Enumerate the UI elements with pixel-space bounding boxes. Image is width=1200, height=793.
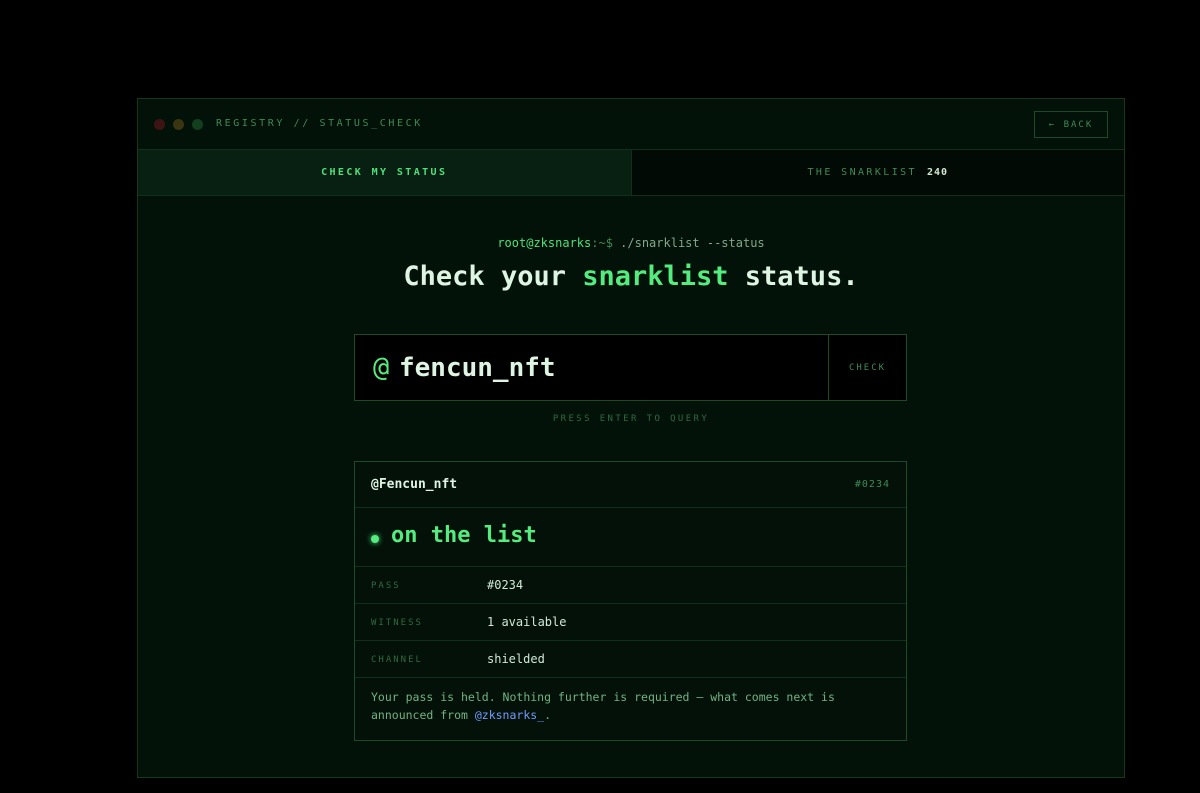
window-title: REGISTRY // STATUS_CHECK — [216, 118, 423, 129]
heading-start: Check your — [403, 261, 583, 292]
close-window-dot[interactable] — [154, 119, 165, 130]
row-value: #0234 — [487, 578, 524, 592]
detail-row-pass: PASS #0234 — [355, 567, 906, 604]
tab-label: THE SNARKLIST — [807, 167, 917, 178]
enter-hint: PRESS ENTER TO QUERY — [552, 414, 710, 424]
maximize-window-dot[interactable] — [192, 119, 203, 130]
note-text: Your pass is held. Nothing further is re… — [371, 690, 835, 722]
row-value: shielded — [487, 652, 545, 666]
tab-the-snarklist[interactable]: THE SNARKLIST 240 — [631, 150, 1124, 195]
row-label: CHANNEL — [371, 655, 423, 665]
at-sign-icon: @ — [373, 352, 390, 383]
minimize-window-dot[interactable] — [173, 119, 184, 130]
tab-bar: CHECK MY STATUS THE SNARKLIST 240 — [138, 150, 1124, 196]
detail-row-witness: WITNESS 1 available — [355, 604, 906, 641]
tab-label: CHECK MY STATUS — [321, 167, 448, 178]
status-line: on the list — [355, 508, 906, 567]
registry-window: REGISTRY // STATUS_CHECK ← BACK CHECK MY… — [137, 98, 1125, 778]
handle-search-box: @ CHECK — [354, 334, 907, 401]
prompt-command: ./snarklist --status — [612, 236, 765, 250]
row-label: WITNESS — [371, 618, 423, 628]
status-text: on the list — [391, 523, 537, 548]
tab-check-my-status[interactable]: CHECK MY STATUS — [138, 150, 632, 195]
heading-accent: snarklist — [582, 261, 729, 292]
snarklist-count-badge: 240 — [926, 167, 949, 178]
terminal-prompt: root@zksnarks:~$ ./snarklist --status — [138, 236, 1124, 250]
row-label: PASS — [371, 581, 401, 591]
heading-end: status. — [728, 261, 859, 292]
detail-row-channel: CHANNEL shielded — [355, 641, 906, 678]
status-result-card: @Fencun_nft #0234 on the list PASS #0234… — [354, 461, 907, 741]
result-id: #0234 — [854, 479, 890, 490]
card-header: @Fencun_nft #0234 — [355, 462, 906, 508]
note-end: . — [544, 708, 552, 722]
title-bar: REGISTRY // STATUS_CHECK ← BACK — [138, 99, 1124, 150]
prompt-user: root@zksnarks — [497, 236, 592, 250]
status-note: Your pass is held. Nothing further is re… — [371, 688, 891, 724]
back-button[interactable]: ← BACK — [1034, 111, 1108, 138]
result-handle: @Fencun_nft — [371, 477, 458, 492]
prompt-path: :~$ — [591, 236, 613, 250]
row-value: 1 available — [487, 615, 567, 629]
page-title: Check your snarklist status. — [138, 261, 1124, 292]
check-button[interactable]: CHECK — [828, 335, 906, 400]
zksnarks-link[interactable]: @zksnarks_ — [475, 708, 544, 722]
handle-input[interactable] — [399, 347, 819, 389]
status-dot-icon — [371, 535, 379, 543]
